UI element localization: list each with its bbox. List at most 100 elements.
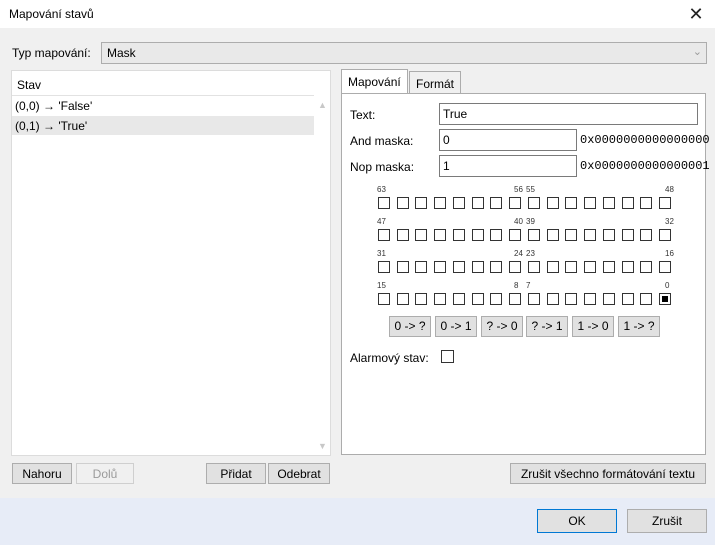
bit-number-label: 40 xyxy=(514,217,523,226)
mapping-type-select[interactable]: Mask ⌄ xyxy=(101,42,707,64)
bit-checkbox-44[interactable] xyxy=(434,229,446,241)
op-any-0-button[interactable]: ? -> 0 xyxy=(481,316,523,337)
bit-checkbox-42[interactable] xyxy=(472,229,484,241)
bit-checkbox-30[interactable] xyxy=(397,261,409,273)
bit-checkbox-6[interactable] xyxy=(547,293,559,305)
bit-checkbox-38[interactable] xyxy=(547,229,559,241)
bit-checkbox-61[interactable] xyxy=(415,197,427,209)
bit-checkbox-20[interactable] xyxy=(584,261,596,273)
bit-checkbox-3[interactable] xyxy=(603,293,615,305)
bit-checkbox-41[interactable] xyxy=(490,229,502,241)
scroll-down-icon[interactable]: ▼ xyxy=(318,441,327,451)
bit-checkbox-34[interactable] xyxy=(622,229,634,241)
bit-checkbox-9[interactable] xyxy=(490,293,502,305)
bit-checkbox-12[interactable] xyxy=(434,293,446,305)
tab-mapping[interactable]: Mapování xyxy=(341,69,408,94)
bit-number-label: 39 xyxy=(526,217,535,226)
bit-checkbox-22[interactable] xyxy=(547,261,559,273)
bit-checkbox-54[interactable] xyxy=(547,197,559,209)
cancel-button[interactable]: Zrušit xyxy=(627,509,707,533)
mapping-type-value: Mask xyxy=(107,46,136,60)
bit-checkbox-4[interactable] xyxy=(584,293,596,305)
bit-number-label: 0 xyxy=(665,281,670,290)
bit-checkbox-2[interactable] xyxy=(622,293,634,305)
move-down-button[interactable]: Dolů xyxy=(76,463,134,484)
bit-checkbox-11[interactable] xyxy=(453,293,465,305)
bit-checkbox-63[interactable] xyxy=(378,197,390,209)
bit-checkbox-35[interactable] xyxy=(603,229,615,241)
bit-checkbox-18[interactable] xyxy=(622,261,634,273)
ok-button[interactable]: OK xyxy=(537,509,617,533)
bit-checkbox-51[interactable] xyxy=(603,197,615,209)
bit-checkbox-25[interactable] xyxy=(490,261,502,273)
list-item[interactable]: (0,1) → 'True' xyxy=(12,116,314,135)
bit-checkbox-56[interactable] xyxy=(509,197,521,209)
bit-checkbox-16[interactable] xyxy=(659,261,671,273)
bit-checkbox-49[interactable] xyxy=(640,197,652,209)
bit-checkbox-29[interactable] xyxy=(415,261,427,273)
states-list-header[interactable]: Stav xyxy=(12,71,314,96)
bit-checkbox-28[interactable] xyxy=(434,261,446,273)
bit-checkbox-47[interactable] xyxy=(378,229,390,241)
bit-checkbox-52[interactable] xyxy=(584,197,596,209)
and-mask-label: And maska: xyxy=(350,134,414,148)
bit-checkbox-59[interactable] xyxy=(453,197,465,209)
bit-checkbox-36[interactable] xyxy=(584,229,596,241)
bit-checkbox-27[interactable] xyxy=(453,261,465,273)
bit-checkbox-14[interactable] xyxy=(397,293,409,305)
states-list[interactable]: Stav (0,0) → 'False' (0,1) → 'True' ▲ ▼ xyxy=(11,70,331,456)
bit-checkbox-46[interactable] xyxy=(397,229,409,241)
bit-checkbox-55[interactable] xyxy=(528,197,540,209)
bit-checkbox-17[interactable] xyxy=(640,261,652,273)
bit-checkbox-1[interactable] xyxy=(640,293,652,305)
bit-checkbox-5[interactable] xyxy=(565,293,577,305)
bit-checkbox-37[interactable] xyxy=(565,229,577,241)
nop-mask-field[interactable]: 1 xyxy=(439,155,577,177)
bit-checkbox-50[interactable] xyxy=(622,197,634,209)
close-icon[interactable]: ✕ xyxy=(685,3,707,25)
bit-checkbox-32[interactable] xyxy=(659,229,671,241)
bit-checkbox-57[interactable] xyxy=(490,197,502,209)
bit-checkbox-21[interactable] xyxy=(565,261,577,273)
scroll-up-icon[interactable]: ▲ xyxy=(318,100,327,110)
bit-checkbox-43[interactable] xyxy=(453,229,465,241)
op-0-1-button[interactable]: 0 -> 1 xyxy=(435,316,477,337)
list-scrollbar[interactable]: ▲ ▼ xyxy=(314,96,330,455)
bit-checkbox-23[interactable] xyxy=(528,261,540,273)
remove-button[interactable]: Odebrat xyxy=(268,463,330,484)
bit-checkbox-7[interactable] xyxy=(528,293,540,305)
bit-checkbox-45[interactable] xyxy=(415,229,427,241)
bit-checkbox-31[interactable] xyxy=(378,261,390,273)
bit-checkbox-53[interactable] xyxy=(565,197,577,209)
bit-checkbox-10[interactable] xyxy=(472,293,484,305)
bit-checkbox-33[interactable] xyxy=(640,229,652,241)
bit-checkbox-40[interactable] xyxy=(509,229,521,241)
add-button[interactable]: Přidat xyxy=(206,463,266,484)
bit-number-label: 47 xyxy=(377,217,386,226)
bit-checkbox-19[interactable] xyxy=(603,261,615,273)
bit-checkbox-0[interactable] xyxy=(659,293,671,305)
list-item[interactable]: (0,0) → 'False' xyxy=(12,96,314,115)
op-0-any-button[interactable]: 0 -> ? xyxy=(389,316,431,337)
bit-checkbox-58[interactable] xyxy=(472,197,484,209)
nop-mask-label: Nop maska: xyxy=(350,160,415,174)
tab-format[interactable]: Formát xyxy=(409,71,462,93)
bit-checkbox-13[interactable] xyxy=(415,293,427,305)
bit-checkbox-39[interactable] xyxy=(528,229,540,241)
clear-formatting-button[interactable]: Zrušit všechno formátování textu xyxy=(510,463,706,484)
bit-checkbox-26[interactable] xyxy=(472,261,484,273)
bit-checkbox-8[interactable] xyxy=(509,293,521,305)
bit-checkbox-15[interactable] xyxy=(378,293,390,305)
bit-checkbox-62[interactable] xyxy=(397,197,409,209)
title-bar: Mapování stavů ✕ xyxy=(0,0,715,28)
alarm-state-checkbox[interactable] xyxy=(441,350,454,363)
text-field[interactable]: True xyxy=(439,103,698,125)
op-1-0-button[interactable]: 1 -> 0 xyxy=(572,316,614,337)
bit-checkbox-24[interactable] xyxy=(509,261,521,273)
bit-checkbox-60[interactable] xyxy=(434,197,446,209)
bit-checkbox-48[interactable] xyxy=(659,197,671,209)
and-mask-field[interactable]: 0 xyxy=(439,129,577,151)
op-1-any-button[interactable]: 1 -> ? xyxy=(618,316,660,337)
op-any-1-button[interactable]: ? -> 1 xyxy=(526,316,568,337)
move-up-button[interactable]: Nahoru xyxy=(12,463,72,484)
